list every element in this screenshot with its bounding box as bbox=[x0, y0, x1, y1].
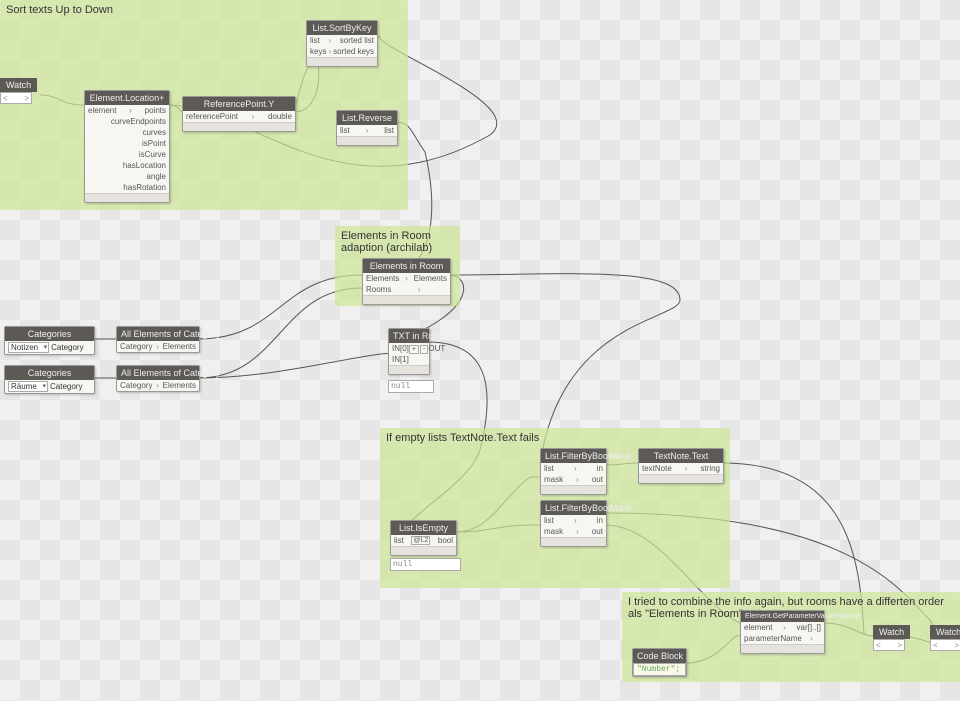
node-title: TXT in Room bbox=[389, 329, 429, 343]
node-list-reverse[interactable]: List.Reverse list›list bbox=[336, 110, 398, 146]
node-title: List.Reverse bbox=[337, 111, 397, 125]
node-title: Watch bbox=[873, 625, 910, 639]
node-title: Categories bbox=[5, 327, 94, 341]
node-refpoint-y[interactable]: ReferencePoint.Y referencePoint›double bbox=[182, 96, 296, 132]
group-title: If empty lists TextNote.Text fails bbox=[386, 432, 539, 444]
group-title: Sort texts Up to Down bbox=[6, 4, 113, 16]
node-title: Categories bbox=[5, 366, 94, 380]
watch-node-2[interactable]: Watch <> bbox=[873, 625, 910, 651]
node-all-elements-1[interactable]: All Elements of Category Category›Elemen… bbox=[116, 326, 200, 353]
node-categories-notizen[interactable]: Categories NotizenCategory bbox=[4, 326, 95, 355]
watch-node-1[interactable]: Watch <> bbox=[0, 78, 37, 104]
node-title: Code Block bbox=[633, 649, 686, 663]
category-dropdown[interactable]: Notizen bbox=[8, 342, 49, 353]
category-dropdown[interactable]: Räume bbox=[8, 381, 48, 392]
node-title: TextNote.Text bbox=[639, 449, 723, 463]
watch-box: <> bbox=[0, 92, 32, 104]
code-block-text[interactable]: "Number"; bbox=[633, 663, 686, 676]
node-get-parameter[interactable]: Element.GetParameterValueByName element›… bbox=[740, 610, 825, 654]
node-title: List.IsEmpty bbox=[391, 521, 456, 535]
node-categories-raume[interactable]: Categories RäumeCategory bbox=[4, 365, 95, 394]
node-title: List.FilterByBoolMask bbox=[541, 449, 606, 463]
node-title: Element.Location+ bbox=[85, 91, 169, 105]
node-title: Elements in Room bbox=[363, 259, 450, 273]
node-txt-in-room[interactable]: TXT in Room IN[0]+-OUT IN[1] bbox=[388, 328, 430, 375]
node-filter-2[interactable]: List.FilterByBoolMask list›in mask›out bbox=[540, 500, 607, 547]
node-textnote-text[interactable]: TextNote.Text textNote›string bbox=[638, 448, 724, 484]
watch-box: <> bbox=[930, 639, 960, 651]
node-title: All Elements of Category bbox=[117, 366, 199, 380]
node-sortbykey[interactable]: List.SortByKey list›sorted list keys›sor… bbox=[306, 20, 378, 67]
node-title: Element.GetParameterValueByName bbox=[741, 611, 824, 622]
node-title: List.FilterByBoolMask bbox=[541, 501, 606, 515]
group-title: Elements in Room adaption (archilab) bbox=[341, 230, 432, 254]
node-code-block[interactable]: Code Block "Number"; bbox=[632, 648, 687, 677]
node-filter-1[interactable]: List.FilterByBoolMask list›in mask›out bbox=[540, 448, 607, 495]
node-title: All Elements of Category bbox=[117, 327, 199, 341]
node-title: Watch bbox=[0, 78, 37, 92]
node-title: Watch bbox=[930, 625, 960, 639]
isempty-preview: null bbox=[390, 558, 461, 571]
node-all-elements-2[interactable]: All Elements of Category Category›Elemen… bbox=[116, 365, 200, 392]
node-list-isempty[interactable]: List.IsEmpty list@L2bool bbox=[390, 520, 457, 556]
node-element-location[interactable]: Element.Location+ element›points curveEn… bbox=[84, 90, 170, 203]
watch-box: <> bbox=[873, 639, 905, 651]
lacing-indicator[interactable]: @L2 bbox=[411, 536, 430, 545]
node-elements-in-room[interactable]: Elements in Room Elements›Elements Rooms… bbox=[362, 258, 451, 305]
node-title: ReferencePoint.Y bbox=[183, 97, 295, 111]
watch-node-3[interactable]: Watch <> bbox=[930, 625, 960, 651]
txt-in-room-preview: null bbox=[388, 380, 434, 393]
canvas[interactable]: Sort texts Up to Down Elements in Room a… bbox=[0, 0, 960, 701]
node-title: List.SortByKey bbox=[307, 21, 377, 35]
